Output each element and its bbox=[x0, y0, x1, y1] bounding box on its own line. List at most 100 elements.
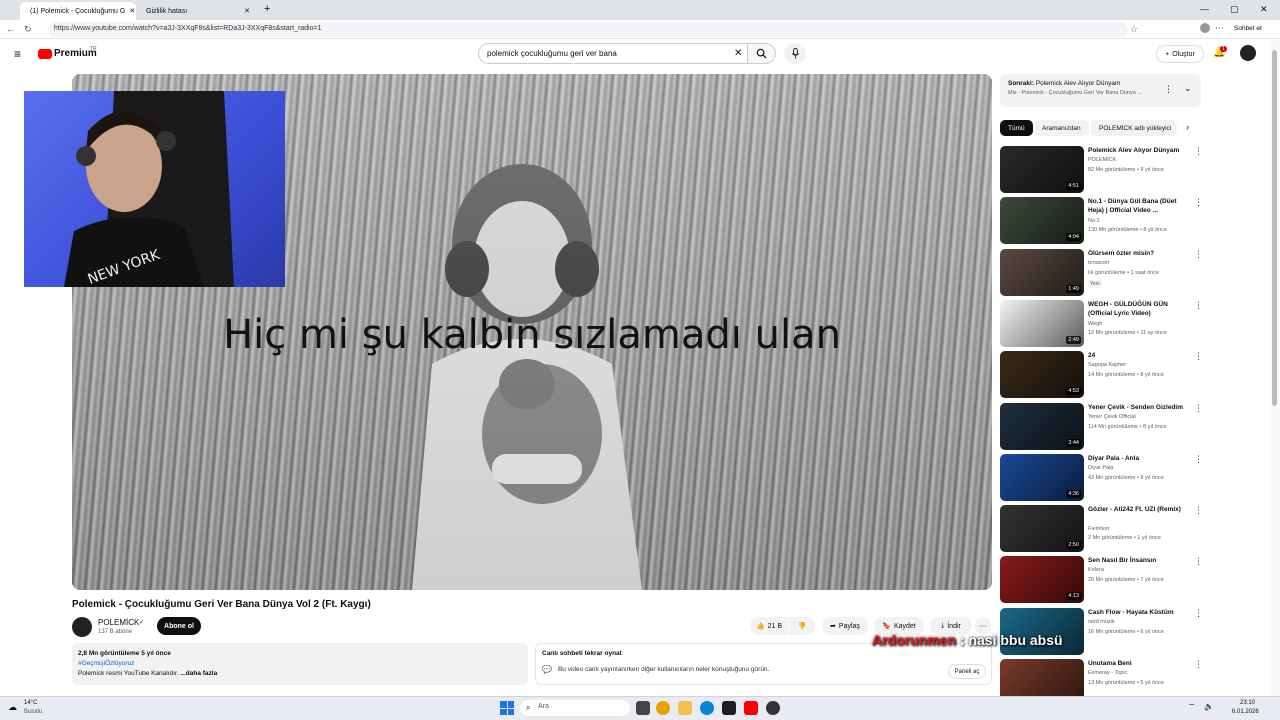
speaker-icon[interactable]: 🔈 bbox=[1204, 702, 1214, 711]
recommendation-channel[interactable]: Wegh bbox=[1088, 321, 1102, 327]
open-panel-button[interactable]: Paneli aç bbox=[948, 664, 986, 679]
recommendation-channel[interactable]: Yener Çevik Official bbox=[1088, 414, 1136, 420]
more-vertical-icon[interactable]: ⋮ bbox=[1194, 197, 1203, 208]
recommendation-channel[interactable]: Sagopa Kajmer bbox=[1088, 362, 1126, 368]
close-icon[interactable]: ✕ bbox=[244, 7, 250, 15]
file-explorer-icon[interactable] bbox=[678, 701, 692, 715]
chip-all[interactable]: Tümü bbox=[1000, 120, 1033, 136]
up-next-box[interactable]: Sonraki: Polemick Alev Alıyor Dünyam Mix… bbox=[1000, 74, 1201, 107]
more-vertical-icon[interactable]: ⋮ bbox=[1194, 608, 1203, 619]
youtube-app-icon[interactable] bbox=[744, 701, 758, 715]
recommendation-title[interactable]: Unutama Beni bbox=[1088, 659, 1188, 668]
copilot-button[interactable]: Sohbet et bbox=[1234, 25, 1262, 32]
recommendation-title[interactable]: WEGH - GÜLDÜĞÜN GÜN (Official Lyric Vide… bbox=[1088, 300, 1188, 318]
more-vertical-icon[interactable]: ⋮ bbox=[1194, 403, 1203, 414]
channel-name[interactable]: POLEMİCK bbox=[98, 618, 139, 627]
recommendation-channel[interactable]: Diyar Pala bbox=[1088, 465, 1113, 471]
search-input[interactable]: polemick çocukluğumu geri ver bana bbox=[478, 43, 748, 64]
chrome-icon[interactable] bbox=[656, 701, 670, 715]
recommendation-channel[interactable]: Kolera bbox=[1088, 567, 1104, 573]
weather-icon[interactable]: ☁ bbox=[8, 702, 17, 713]
recommendation-channel[interactable]: netd müzik bbox=[1088, 619, 1115, 625]
terminal-icon[interactable] bbox=[722, 701, 736, 715]
video-thumbnail[interactable]: 2:49 bbox=[1000, 299, 1084, 347]
maximize-button[interactable]: ▢ bbox=[1230, 4, 1239, 15]
more-vertical-icon[interactable]: ⋮ bbox=[1194, 454, 1203, 465]
video-thumbnail[interactable]: 4:13 bbox=[1000, 556, 1084, 604]
channel-avatar[interactable] bbox=[72, 617, 92, 637]
video-thumbnail[interactable]: 1:49 bbox=[1000, 248, 1084, 296]
chip-uploader[interactable]: POLEMİCK adlı yükleyici bbox=[1091, 120, 1177, 136]
edge-icon[interactable] bbox=[700, 701, 714, 715]
star-icon[interactable]: ☆ bbox=[1130, 24, 1138, 35]
subscribe-button[interactable]: Abone ol bbox=[157, 617, 201, 635]
recommendation-title[interactable]: Ölürsem özler misin? bbox=[1088, 249, 1188, 258]
more-vertical-icon[interactable]: ⋮ bbox=[1194, 249, 1203, 260]
recommendation-item[interactable]: 4:36 Diyar Pala - Anla Diyar Pala 43 Mn gör… bbox=[1000, 453, 1203, 502]
description-hashtag[interactable]: #GeçmişiÖzlüyoruz bbox=[78, 659, 522, 669]
recommendation-item[interactable]: 1:49 Ölürsem özler misin? tersacetr lık gör… bbox=[1000, 248, 1203, 297]
recommendation-title[interactable]: Gözler - Ati242 Ft. UZI (Remix) bbox=[1088, 505, 1188, 514]
menu-icon[interactable]: ≡ bbox=[14, 47, 21, 61]
refresh-icon[interactable]: ↻ bbox=[24, 24, 32, 35]
recommendation-item[interactable]: 2:49 WEGH - GÜLDÜĞÜN GÜN (Official Lyric … bbox=[1000, 299, 1203, 348]
chevron-right-icon[interactable]: › bbox=[1186, 122, 1189, 132]
windows-start-icon[interactable] bbox=[500, 701, 514, 715]
clock-date[interactable]: 6.01.2026 bbox=[1232, 709, 1259, 715]
scrollbar-thumb[interactable] bbox=[1272, 50, 1277, 406]
video-thumbnail[interactable]: 4:51 bbox=[1000, 146, 1084, 193]
recommendation-item[interactable]: 4:04 No.1 - Dünya Gül Bana (Düet Heja) | … bbox=[1000, 197, 1203, 245]
more-icon[interactable]: ⋯ bbox=[1215, 23, 1224, 34]
url-field[interactable]: https://www.youtube.com/watch?v=a3J-3XXq… bbox=[48, 22, 1128, 37]
recommendation-channel[interactable]: tersacetr bbox=[1088, 260, 1109, 266]
recommendation-title[interactable]: Polemick Alev Alıyor Dünyam bbox=[1088, 146, 1188, 155]
recommendation-item[interactable]: 4:13 Sen Nasıl Bir İnsansın Kolera 20 Mn gö… bbox=[1000, 556, 1203, 604]
minimize-button[interactable]: — bbox=[1200, 4, 1209, 14]
recommendation-item[interactable]: 4:53 24 Sagopa Kajmer 14 Mn görüntüleme • 8… bbox=[1000, 351, 1203, 399]
chevron-down-icon[interactable]: ⌄ bbox=[1184, 83, 1192, 94]
chip-from-search[interactable]: Aramanızdan bbox=[1034, 120, 1089, 136]
recommendation-channel[interactable]: No.1 bbox=[1088, 218, 1100, 224]
clock-time[interactable]: 23:10 bbox=[1240, 700, 1255, 706]
description-box[interactable]: 2,8 Mn görüntüleme 5 yıl önce #GeçmişiÖz… bbox=[72, 643, 528, 685]
tab-youtube[interactable]: (1) Polemick - Çocukluğumu G ✕ bbox=[20, 2, 136, 20]
like-button[interactable]: 👍 21 B bbox=[750, 617, 788, 635]
dislike-button[interactable]: 👎 bbox=[789, 617, 815, 635]
recommendation-title[interactable]: Yener Çevik - Senden Gizledim bbox=[1088, 403, 1188, 412]
more-vertical-icon[interactable]: ⋮ bbox=[1194, 556, 1203, 567]
task-view-icon[interactable] bbox=[636, 701, 650, 715]
tab-privacy-error[interactable]: Gizlilik hatası ✕ bbox=[140, 2, 256, 20]
recommendation-channel[interactable]: Esmeray - Topic bbox=[1088, 670, 1127, 676]
recommendation-channel[interactable]: POLEMİCK bbox=[1088, 157, 1116, 163]
video-thumbnail[interactable]: 4:04 bbox=[1000, 197, 1084, 245]
close-icon[interactable]: ✕ bbox=[129, 7, 135, 15]
youtube-logo-icon[interactable] bbox=[38, 49, 52, 59]
more-vertical-icon[interactable]: ⋮ bbox=[1194, 659, 1203, 670]
video-thumbnail[interactable]: 2:50 bbox=[1000, 505, 1084, 553]
search-button[interactable] bbox=[748, 43, 776, 64]
recommendation-title[interactable]: No.1 - Dünya Gül Bana (Düet Heja) | Offi… bbox=[1088, 197, 1188, 215]
recommendation-channel[interactable]: Fiemfest bbox=[1088, 526, 1109, 532]
more-vertical-icon[interactable]: ⋮ bbox=[1194, 300, 1203, 311]
recommendation-title[interactable]: Diyar Pala - Anla bbox=[1088, 454, 1188, 463]
show-more-link[interactable]: ...daha fazla bbox=[180, 670, 217, 677]
taskbar-search-input[interactable]: Ara bbox=[520, 700, 630, 716]
recommendation-title[interactable]: 24 bbox=[1088, 351, 1188, 360]
window-close-button[interactable]: ✕ bbox=[1260, 4, 1268, 15]
new-tab-button[interactable]: + bbox=[264, 3, 270, 15]
more-vertical-icon[interactable]: ⋮ bbox=[1194, 146, 1203, 157]
video-thumbnail[interactable]: 4:53 bbox=[1000, 351, 1084, 399]
more-vertical-icon[interactable]: ⋮ bbox=[1194, 351, 1203, 362]
wifi-icon[interactable]: ⌔ bbox=[1188, 702, 1196, 712]
voice-search-button[interactable] bbox=[784, 43, 806, 64]
recommendation-item[interactable]: 4:51 Polemick Alev Alıyor Dünyam POLEMİCK 8… bbox=[1000, 146, 1203, 194]
video-thumbnail[interactable]: 4:36 bbox=[1000, 453, 1084, 501]
clear-search-icon[interactable]: ✕ bbox=[734, 48, 742, 59]
more-vertical-icon[interactable]: ⋮ bbox=[1194, 505, 1203, 516]
recommendation-item[interactable]: 2:50 Gözler - Ati242 Ft. UZI (Remix) Fiemf… bbox=[1000, 505, 1203, 553]
recommendation-item[interactable]: 3:44 Yener Çevik - Senden Gizledim Yener Ç… bbox=[1000, 402, 1203, 451]
app-icon[interactable] bbox=[766, 701, 780, 715]
back-arrow-icon[interactable]: ← bbox=[6, 24, 15, 34]
recommendation-title[interactable]: Cash Flow - Hayata Küstüm bbox=[1088, 608, 1188, 617]
create-button[interactable]: + Oluştur bbox=[1156, 45, 1204, 63]
